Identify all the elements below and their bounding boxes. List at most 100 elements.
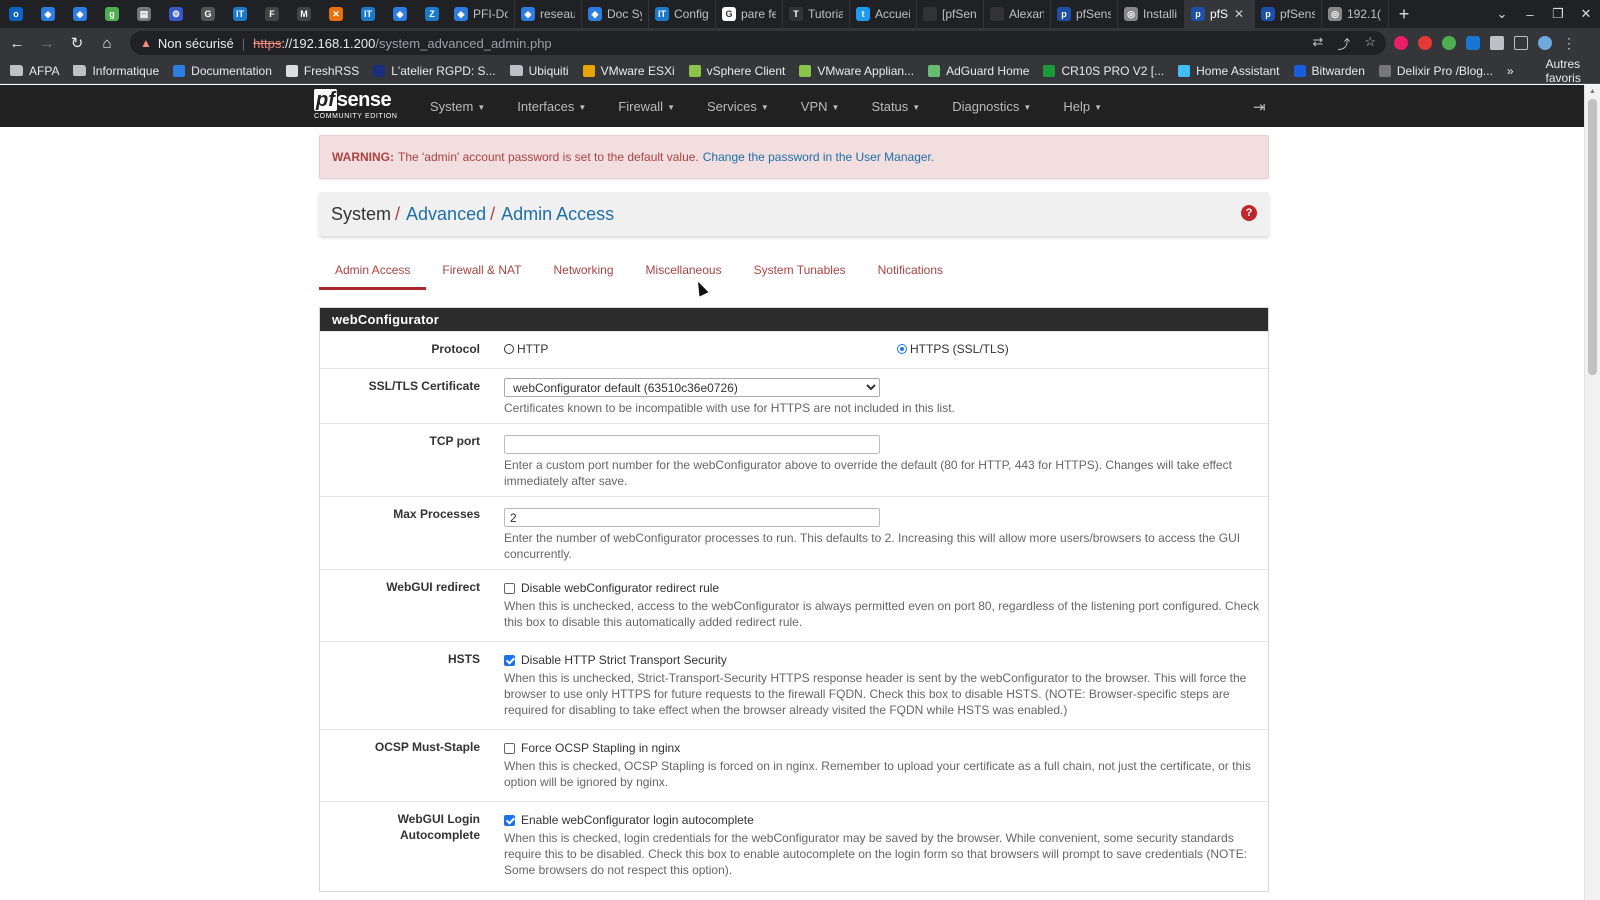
browser-tab[interactable]: ◆ reseau	[515, 0, 582, 28]
home-icon[interactable]: ⌂	[94, 35, 120, 52]
tab-notifications[interactable]: Notifications	[862, 252, 959, 290]
browser-tab[interactable]: p pfSens	[1051, 0, 1118, 28]
user-manager-link[interactable]: Change the password in the User Manager.	[703, 150, 934, 164]
bookmark-item[interactable]: Ubiquiti	[509, 64, 569, 78]
browser-tab[interactable]: ◆	[64, 0, 96, 28]
browser-tab[interactable]: IT Config	[649, 0, 716, 28]
protocol-http-radio[interactable]: HTTP	[504, 342, 897, 356]
breadcrumb-advanced[interactable]: Advanced	[406, 204, 486, 225]
bookmarks-more-icon[interactable]: »	[1507, 64, 1514, 78]
browser-tab[interactable]: Z	[416, 0, 448, 28]
extensions-puzzle-icon[interactable]	[1490, 36, 1504, 50]
menu-diagnostics[interactable]: Diagnostics ▼	[936, 99, 1047, 114]
url-bar[interactable]: ▲ Non sécurisé | https://192.168.1.200/s…	[130, 31, 1386, 55]
bookmark-item[interactable]: Informatique	[73, 64, 159, 78]
menu-interfaces[interactable]: Interfaces ▼	[501, 99, 602, 114]
restore-icon[interactable]: ❐	[1544, 6, 1572, 22]
menu-firewall[interactable]: Firewall ▼	[602, 99, 691, 114]
browser-tab[interactable]: Alexan	[984, 0, 1051, 28]
share-icon[interactable]: ⤴	[1337, 34, 1350, 53]
webgui-redirect-checkbox-label[interactable]: Disable webConfigurator redirect rule	[521, 581, 719, 595]
new-tab-icon[interactable]: +	[1389, 4, 1419, 25]
tab-firewall-nat[interactable]: Firewall & NAT	[426, 252, 537, 290]
browser-tab[interactable]: ✕	[320, 0, 352, 28]
browser-tab[interactable]: ▤	[128, 0, 160, 28]
browser-menu-icon[interactable]: ⋮	[1562, 35, 1576, 52]
webgui-redirect-checkbox[interactable]: Disable webConfigurator redirect rule	[504, 581, 1262, 595]
bookmark-item[interactable]: CR10S PRO V2 [...	[1043, 64, 1164, 78]
radio-selected-icon[interactable]	[897, 344, 907, 354]
bookmark-item[interactable]: L'atelier RGPD: S...	[373, 64, 496, 78]
close-tab-icon[interactable]: ✕	[1234, 7, 1244, 21]
other-bookmarks[interactable]: Autres favoris	[1532, 57, 1590, 85]
side-panel-icon[interactable]	[1514, 36, 1528, 50]
radio-icon[interactable]	[504, 344, 514, 354]
tab-networking[interactable]: Networking	[538, 252, 630, 290]
browser-tab[interactable]: ◎ 192.1(	[1322, 0, 1389, 28]
tab-admin-access[interactable]: Admin Access	[319, 252, 427, 290]
bookmark-item[interactable]: AFPA	[10, 64, 59, 78]
bookmark-item[interactable]: Bitwarden	[1293, 64, 1365, 78]
menu-vpn[interactable]: VPN ▼	[785, 99, 856, 114]
adblock-icon[interactable]	[1418, 36, 1432, 50]
ssl-cert-select[interactable]: webConfigurator default (63510c36e0726)	[504, 378, 880, 397]
browser-tab[interactable]: g	[96, 0, 128, 28]
checkbox-unchecked-icon[interactable]	[504, 742, 515, 754]
menu-help[interactable]: Help ▼	[1047, 99, 1118, 114]
bookmark-item[interactable]: FreshRSS	[285, 64, 359, 78]
browser-tab[interactable]: M	[288, 0, 320, 28]
back-icon[interactable]: ←	[4, 35, 30, 52]
hsts-checkbox-label[interactable]: Disable HTTP Strict Transport Security	[521, 653, 727, 667]
browser-tab[interactable]: [pfSen	[917, 0, 984, 28]
tab-miscellaneous[interactable]: Miscellaneous	[630, 252, 738, 290]
forward-icon[interactable]: →	[34, 35, 60, 52]
bookmark-item[interactable]: Documentation	[173, 64, 272, 78]
pfsense-logo[interactable]: pf sense COMMUNITY EDITION	[314, 89, 404, 125]
browser-tab[interactable]: ⚙	[160, 0, 192, 28]
menu-status[interactable]: Status ▼	[855, 99, 936, 114]
page-scrollbar[interactable]: ▲	[1584, 85, 1600, 900]
bookmark-item[interactable]: Home Assistant	[1178, 64, 1280, 78]
tab-search-icon[interactable]: ⌄	[1488, 6, 1516, 22]
checkbox-checked-icon[interactable]	[504, 814, 515, 826]
tcp-port-input[interactable]	[504, 435, 880, 454]
browser-tab[interactable]: p pfSens	[1255, 0, 1322, 28]
browser-tab[interactable]: ◆	[384, 0, 416, 28]
browser-tab[interactable]: IT	[352, 0, 384, 28]
close-window-icon[interactable]: ✕	[1572, 6, 1600, 22]
bookmark-item[interactable]: vSphere Client	[688, 64, 785, 78]
bookmark-item[interactable]: AdGuard Home	[928, 64, 1029, 78]
browser-tab[interactable]: T Tutoria	[783, 0, 850, 28]
browser-tab[interactable]: p pfS ✕	[1185, 0, 1255, 28]
browser-tab[interactable]: ◎ Installi	[1118, 0, 1185, 28]
browser-tab[interactable]: o	[0, 0, 32, 28]
bookmark-item[interactable]: Delixir Pro /Blog...	[1378, 64, 1493, 78]
browser-tab[interactable]: ◆ PFI-Do	[448, 0, 515, 28]
menu-system[interactable]: System ▼	[414, 99, 501, 114]
minimize-icon[interactable]: –	[1516, 7, 1544, 22]
breadcrumb-admin-access[interactable]: Admin Access	[501, 204, 614, 225]
reload-icon[interactable]: ↻	[64, 34, 90, 52]
browser-tab[interactable]: ◆	[32, 0, 64, 28]
login-autocomplete-checkbox[interactable]: Enable webConfigurator login autocomplet…	[504, 813, 1262, 827]
max-processes-input[interactable]	[504, 508, 880, 527]
protocol-https-radio[interactable]: HTTPS (SSL/TLS)	[897, 342, 1009, 356]
tab-system-tunables[interactable]: System Tunables	[738, 252, 862, 290]
bitwarden-extension-icon[interactable]	[1466, 36, 1480, 50]
translate-icon[interactable]: ⇄	[1312, 34, 1323, 53]
scroll-up-icon[interactable]: ▲	[1589, 88, 1596, 95]
scrollbar-thumb[interactable]	[1588, 99, 1597, 375]
shield-extension-icon[interactable]	[1442, 36, 1456, 50]
browser-tab[interactable]: Gpare fe	[716, 0, 783, 28]
menu-services[interactable]: Services ▼	[691, 99, 785, 114]
bookmark-item[interactable]: VMware Applian...	[799, 64, 914, 78]
browser-tab[interactable]: F	[256, 0, 288, 28]
bookmark-star-icon[interactable]: ☆	[1364, 34, 1376, 53]
browser-tab[interactable]: t Accuei	[850, 0, 917, 28]
warning-triangle-icon[interactable]: ▲	[140, 36, 152, 50]
profile-avatar-icon[interactable]	[1538, 36, 1552, 50]
hsts-checkbox[interactable]: Disable HTTP Strict Transport Security	[504, 653, 1262, 667]
browser-tab[interactable]: G	[192, 0, 224, 28]
logout-icon[interactable]: ⇥	[1253, 98, 1266, 116]
checkbox-checked-icon[interactable]	[504, 654, 515, 666]
